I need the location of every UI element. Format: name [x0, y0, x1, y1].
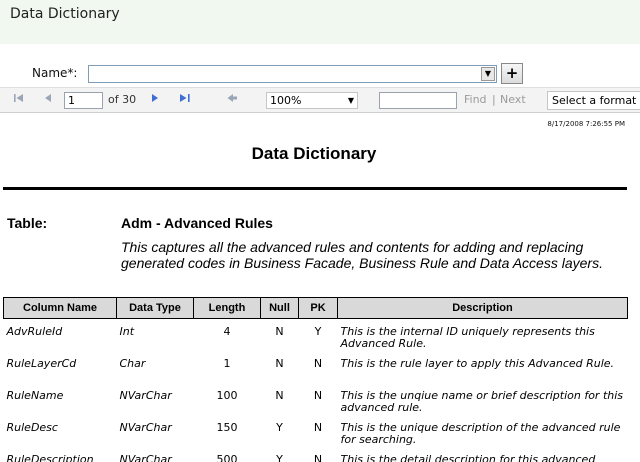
data-type-cell: NVarChar	[119, 452, 172, 462]
pk-cell: N	[313, 388, 323, 402]
columns-table: Column Name Data Type Length Null PK Des…	[3, 297, 628, 462]
next-page-icon[interactable]	[150, 92, 160, 108]
column-name-cell: RuleName	[6, 388, 64, 402]
data-type-cell: Int	[119, 325, 135, 338]
description-cell: This is the unique description of the ad…	[340, 420, 621, 446]
pk-cell: N	[313, 420, 323, 434]
description-cell: This is the detail description for this …	[340, 452, 596, 462]
page-number-input[interactable]: 1	[64, 92, 103, 109]
name-param-label: Name*:	[32, 66, 78, 80]
page-count-label: of 30	[108, 93, 137, 106]
data-type-cell: Char	[119, 356, 146, 370]
report-title: Data Dictionary	[251, 144, 377, 163]
length-cell: 150	[216, 420, 238, 434]
column-name-cell: RuleDesc	[6, 420, 58, 434]
find-separator: |	[492, 93, 496, 106]
column-header: Null	[260, 297, 299, 319]
add-button[interactable]: +	[501, 63, 523, 84]
last-page-icon[interactable]	[179, 92, 192, 108]
null-cell: N	[275, 325, 284, 338]
table-row: RuleDescription NVarChar 500 Y N This is…	[4, 447, 628, 462]
column-header: Description	[337, 297, 628, 319]
back-to-parent-icon[interactable]	[226, 92, 238, 108]
null-cell: Y	[276, 452, 283, 462]
column-header: PK	[298, 297, 338, 319]
data-type-cell: NVarChar	[119, 388, 172, 402]
column-name-cell: RuleLayerCd	[6, 356, 77, 370]
column-name-cell: AdvRuleId	[6, 325, 63, 338]
page-title: Data Dictionary	[10, 6, 120, 22]
column-name-cell: RuleDescription	[6, 452, 94, 462]
find-next-link[interactable]: Next	[500, 92, 526, 108]
length-cell: 4	[223, 325, 231, 338]
description-cell: This is the internal ID uniquely represe…	[340, 325, 595, 350]
parameter-area: Name*: ▼ +	[0, 62, 640, 86]
length-cell: 100	[216, 388, 238, 402]
null-cell: N	[275, 388, 284, 402]
previous-page-icon[interactable]	[43, 92, 53, 108]
description-cell: This is the unqiue name or brief descrip…	[340, 388, 624, 414]
export-format-select[interactable]: Select a format	[547, 91, 640, 110]
first-page-icon[interactable]	[13, 92, 25, 108]
chevron-down-icon[interactable]: ▼	[481, 67, 495, 81]
null-cell: N	[275, 356, 284, 370]
report-toolbar: 1 of 30 100% ▼ Find | Next Select a form…	[0, 87, 640, 113]
report-timestamp: 8/17/2008 7:26:55 PM	[547, 120, 625, 128]
report-header: Data Dictionary	[0, 0, 640, 44]
null-cell: Y	[276, 420, 283, 434]
find-link[interactable]: Find	[464, 92, 487, 108]
table-header-row: Column Name Data Type Length Null PK Des…	[3, 297, 628, 319]
pk-cell: N	[313, 356, 323, 370]
table-row: RuleName NVarChar 100 N N This is the un…	[4, 383, 628, 415]
zoom-select[interactable]: 100% ▼	[266, 92, 358, 109]
table-row: AdvRuleId Int 4 N Y This is the internal…	[4, 319, 628, 351]
pk-cell: Y	[314, 325, 322, 338]
table-label: Table:	[7, 215, 48, 231]
column-header: Data Type	[116, 297, 194, 319]
data-type-cell: NVarChar	[119, 420, 172, 434]
length-cell: 500	[216, 452, 238, 462]
table-row: RuleDesc NVarChar 150 Y N This is the un…	[4, 415, 628, 447]
chevron-down-icon: ▼	[347, 96, 354, 105]
column-header: Length	[193, 297, 261, 319]
table-name: Adm - Advanced Rules	[121, 215, 273, 231]
title-divider	[3, 187, 627, 190]
pk-cell: N	[313, 452, 323, 462]
column-header: Column Name	[3, 297, 117, 319]
description-cell: This is the rule layer to apply this Adv…	[340, 356, 615, 370]
length-cell: 1	[223, 356, 231, 370]
table-description: This captures all the advanced rules and…	[121, 239, 603, 271]
zoom-value: 100%	[270, 94, 302, 107]
table-row: RuleLayerCd Char 1 N N This is the rule …	[4, 351, 628, 383]
name-param-select[interactable]: ▼	[88, 65, 497, 83]
find-text-input[interactable]	[379, 92, 457, 109]
